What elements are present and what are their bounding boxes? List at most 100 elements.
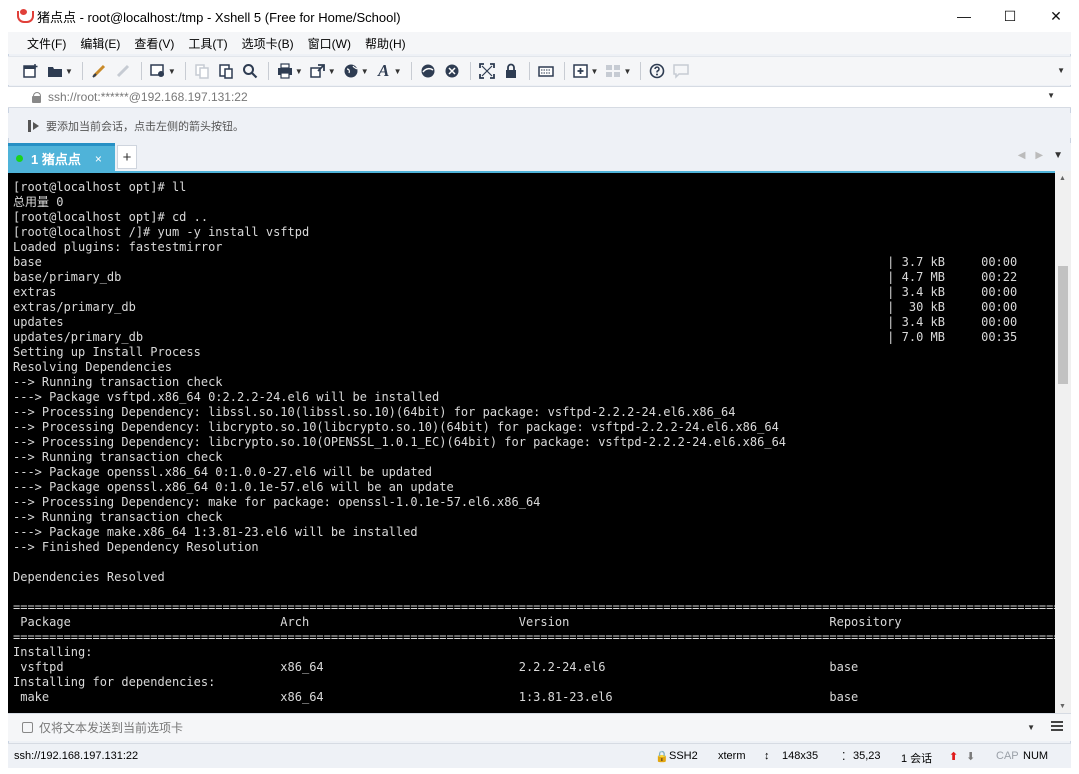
menu-help[interactable]: 帮助(H) <box>365 35 406 52</box>
transfer-icon <box>309 62 327 80</box>
toolbar-separator <box>640 62 642 80</box>
toolbar-separator <box>81 62 83 80</box>
chevron-down-icon[interactable]: ▼ <box>1047 91 1055 100</box>
toolbar-separator <box>140 62 142 80</box>
address-bar[interactable]: ssh://root:******@192.168.197.131:22 ▼ <box>8 86 1071 108</box>
globe-button[interactable]: ▼ <box>342 61 369 81</box>
terminal-line: extras | 3.4 kB 00:00 <box>13 285 1018 299</box>
download-arrow-icon: ⬇ <box>966 751 976 763</box>
toolbar-overflow-icon[interactable]: ▼ <box>1057 66 1065 75</box>
address-input[interactable]: ssh://root:******@192.168.197.131:22 <box>48 90 248 104</box>
tab-close-icon[interactable]: × <box>95 152 102 166</box>
menu-icon[interactable] <box>1051 721 1063 731</box>
find-button[interactable] <box>241 61 259 81</box>
terminal-scrollbar[interactable]: ▲ ▼ <box>1055 171 1071 713</box>
terminal-output[interactable]: [root@localhost opt]# ll 总用量 0 [root@local… <box>8 171 1055 713</box>
terminal-line: Package Arch Version Repository Size <box>13 615 1055 629</box>
xshell-logo-icon <box>17 9 34 23</box>
chevron-down-icon[interactable]: ▼ <box>1027 723 1035 732</box>
xmanager-button[interactable] <box>443 61 461 81</box>
paste-button[interactable] <box>217 61 235 81</box>
close-button[interactable]: ✕ <box>1033 0 1079 32</box>
status-protocol-lock-icon: 🔒 <box>655 751 669 763</box>
fullscreen-button[interactable] <box>478 61 496 81</box>
new-session-button[interactable] <box>22 61 40 81</box>
terminal-line: Installing: <box>13 645 93 659</box>
layout-button[interactable]: ▼ <box>604 61 631 81</box>
toolbar-separator <box>469 62 471 80</box>
minimize-button[interactable]: — <box>941 0 987 32</box>
terminal-line: updates/primary_db | 7.0 MB 00:35 <box>13 330 1018 344</box>
lock-icon <box>502 62 520 80</box>
toolbar-separator <box>410 62 412 80</box>
connect-button[interactable] <box>90 61 108 81</box>
status-protocol: SSH2 <box>669 750 698 762</box>
terminal-line: Setting up Install Process <box>13 345 201 359</box>
chevron-down-icon: ▼ <box>623 66 632 76</box>
tab-list-icon[interactable]: ▼ <box>1053 150 1063 161</box>
status-terminal-size: 148x35 <box>782 750 819 762</box>
connect-icon <box>90 62 108 80</box>
add-session-arrow-icon[interactable] <box>28 119 40 132</box>
globe-icon <box>342 62 360 80</box>
terminal-line: [root@localhost opt]# cd .. <box>13 210 209 224</box>
keyboard-button[interactable] <box>537 61 555 81</box>
xftp-button[interactable] <box>419 61 437 81</box>
menu-edit[interactable]: 编辑(E) <box>80 35 120 52</box>
scroll-up-icon[interactable]: ▲ <box>1059 175 1066 182</box>
print-icon <box>276 62 294 80</box>
cursor-position-icon: ⁚ <box>842 751 846 763</box>
toolbar: ▼ ▼ ▼ ▼ ▼ A ▼ ▼ ▼ ▼ <box>8 56 1071 85</box>
terminal-line: --> Finished Dependency Resolution <box>13 540 259 554</box>
paste-icon <box>217 62 235 80</box>
copy-icon <box>193 62 211 80</box>
menu-tabs[interactable]: 选项卡(B) <box>242 35 294 52</box>
menu-tools[interactable]: 工具(T) <box>188 35 227 52</box>
window-title: 猪点点 - root@localhost:/tmp - Xshell 5 (Fr… <box>37 9 401 25</box>
print-button[interactable]: ▼ <box>276 61 303 81</box>
disconnect-button[interactable] <box>114 61 132 81</box>
terminal-line: [root@localhost /]# yum -y install vsftp… <box>13 225 310 239</box>
chevron-down-icon: ▼ <box>327 66 336 76</box>
open-folder-button[interactable]: ▼ <box>46 61 73 81</box>
terminal-line: vsftpd x86_64 2.2.2-24.el6 base 156 k <box>13 660 1055 674</box>
toolbar-separator <box>528 62 530 80</box>
compose-icon <box>22 722 33 733</box>
tab-prev-icon[interactable]: ◀ <box>1018 150 1026 161</box>
add-tab-button[interactable]: ▼ <box>572 61 598 81</box>
properties-button[interactable]: ▼ <box>149 61 176 81</box>
terminal-line: ========================================… <box>13 600 1055 614</box>
status-cursor-position: 35,23 <box>853 750 881 762</box>
add-tab-icon <box>572 62 590 80</box>
lock-button[interactable] <box>502 61 520 81</box>
menu-bar: 文件(F) 编辑(E) 查看(V) 工具(T) 选项卡(B) 窗口(W) 帮助(… <box>8 32 1071 54</box>
menu-window[interactable]: 窗口(W) <box>308 35 351 52</box>
help-button[interactable] <box>648 61 666 81</box>
scrollbar-thumb[interactable] <box>1058 266 1068 384</box>
terminal-line: --> Processing Dependency: libssl.so.10(… <box>13 405 736 419</box>
terminal-line: Installing for dependencies: <box>13 675 216 689</box>
terminal-line: ---> Package vsftpd.x86_64 0:2.2.2-24.el… <box>13 390 440 404</box>
menu-file[interactable]: 文件(F) <box>27 35 66 52</box>
copy-button[interactable] <box>193 61 211 81</box>
terminal-line: ---> Package make.x86_64 1:3.81-23.el6 w… <box>13 525 418 539</box>
compose-input[interactable]: 仅将文本发送到当前选项卡 <box>39 719 183 736</box>
compose-bar[interactable]: 仅将文本发送到当前选项卡 ▼ <box>8 713 1071 741</box>
scroll-down-icon[interactable]: ▼ <box>1059 703 1066 710</box>
transfer-button[interactable]: ▼ <box>309 61 336 81</box>
upload-arrow-icon: ⬆ <box>949 751 959 763</box>
terminal-line: --> Processing Dependency: make for pack… <box>13 495 541 509</box>
terminal-line: base/primary_db | 4.7 MB 00:22 <box>13 270 1018 284</box>
terminal-line: --> Running transaction check <box>13 450 223 464</box>
chevron-down-icon: ▼ <box>65 66 73 76</box>
menu-view[interactable]: 查看(V) <box>134 35 174 52</box>
layout-icon <box>604 62 622 80</box>
maximize-button[interactable]: ☐ <box>987 0 1033 32</box>
terminal-line: make x86_64 1:3.81-23.el6 base 389 k <box>13 690 1055 704</box>
chevron-down-icon: ▼ <box>360 66 369 76</box>
chat-button[interactable] <box>672 61 690 81</box>
tab-session-1[interactable]: 1 猪点点 × <box>8 143 115 171</box>
new-tab-button[interactable]: + <box>117 145 137 169</box>
tab-next-icon[interactable]: ▶ <box>1035 150 1043 161</box>
font-button[interactable]: A ▼ <box>375 61 402 81</box>
